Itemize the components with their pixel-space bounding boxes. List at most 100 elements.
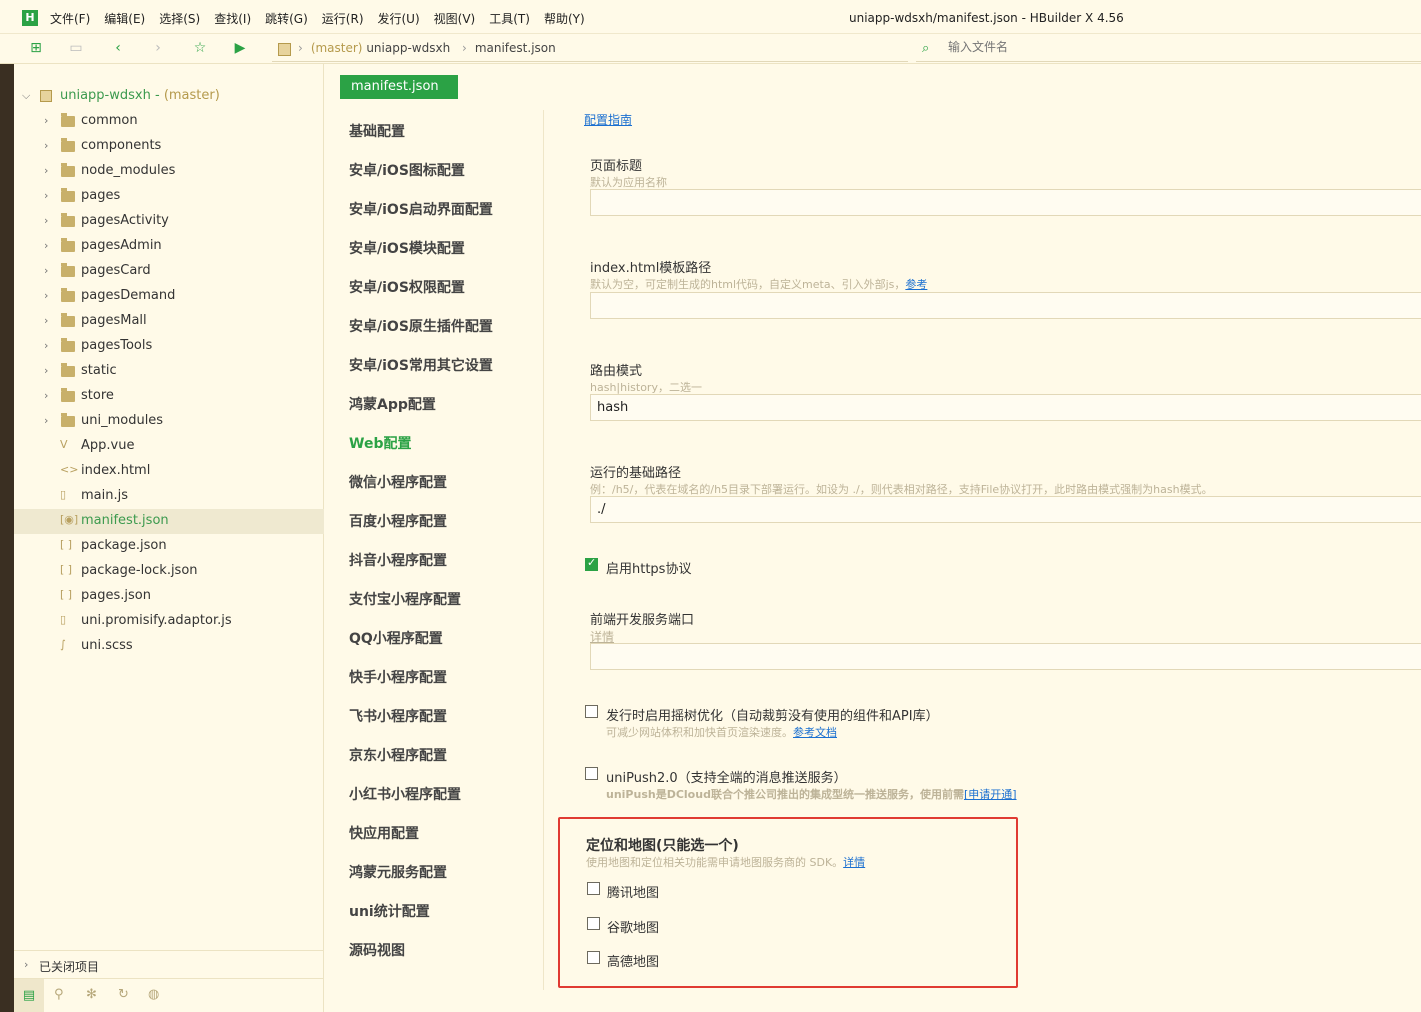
menu-find[interactable]: 查找(I) <box>214 10 251 27</box>
tree-folder[interactable]: › uni_modules <box>14 409 324 434</box>
chevron-right-icon[interactable]: › <box>44 189 48 202</box>
settings-nav-item[interactable]: 基础配置 <box>349 121 405 141</box>
settings-nav-item[interactable]: 鸿蒙App配置 <box>349 394 436 414</box>
config-guide-link[interactable]: 配置指南 <box>584 111 632 128</box>
tree-folder[interactable]: › pagesAdmin <box>14 234 324 259</box>
settings-nav-item[interactable]: 源码视图 <box>349 940 405 960</box>
chevron-right-icon[interactable]: › <box>44 239 48 252</box>
chevron-right-icon[interactable]: › <box>44 214 48 227</box>
tree-shaking-checkbox[interactable] <box>585 705 598 718</box>
settings-nav-item[interactable]: 安卓/iOS图标配置 <box>349 160 465 180</box>
settings-nav-item[interactable]: 抖音小程序配置 <box>349 550 447 570</box>
closed-projects[interactable]: › 已关闭项目 <box>14 950 324 978</box>
chevron-down-icon[interactable]: ⌵ <box>22 89 30 103</box>
settings-nav-item[interactable]: 安卓/iOS模块配置 <box>349 238 465 258</box>
menu-help[interactable]: 帮助(Y) <box>544 10 585 27</box>
chevron-right-icon[interactable]: › <box>44 339 48 352</box>
settings-nav-item[interactable]: 飞书小程序配置 <box>349 706 447 726</box>
settings-nav-item[interactable]: 小红书小程序配置 <box>349 784 461 804</box>
star-icon[interactable]: ☆ <box>192 40 208 56</box>
settings-nav-item[interactable]: 鸿蒙元服务配置 <box>349 862 447 882</box>
settings-nav-item[interactable]: 安卓/iOS原生插件配置 <box>349 316 493 336</box>
project-root[interactable]: ⌵ uniapp-wdsxh - (master) <box>14 84 324 109</box>
amap-checkbox[interactable] <box>587 951 600 964</box>
chevron-right-icon[interactable]: › <box>44 264 48 277</box>
save-icon[interactable]: ▭ <box>68 40 84 56</box>
menu-publish[interactable]: 发行(U) <box>378 10 420 27</box>
tree-folder[interactable]: › pagesActivity <box>14 209 324 234</box>
tree-folder[interactable]: › pagesMall <box>14 309 324 334</box>
tree-file[interactable]: <> index.html <box>14 459 324 484</box>
settings-nav-item[interactable]: 安卓/iOS权限配置 <box>349 277 465 297</box>
tree-folder[interactable]: › components <box>14 134 324 159</box>
settings-nav-item[interactable]: 快手小程序配置 <box>349 667 447 687</box>
settings-nav-item[interactable]: Web配置 <box>349 433 411 453</box>
explorer-icon[interactable]: ▤ <box>14 979 44 1012</box>
google-map-checkbox[interactable] <box>587 917 600 930</box>
settings-nav-item[interactable]: 微信小程序配置 <box>349 472 447 492</box>
chevron-right-icon[interactable]: › <box>44 114 48 127</box>
tree-file[interactable]: [ ] package.json <box>14 534 324 559</box>
settings-nav-item[interactable]: QQ小程序配置 <box>349 628 443 648</box>
tree-folder[interactable]: › pagesTools <box>14 334 324 359</box>
chevron-right-icon[interactable]: › <box>44 314 48 327</box>
menu-goto[interactable]: 跳转(G) <box>265 10 308 27</box>
tree-folder[interactable]: › pagesDemand <box>14 284 324 309</box>
chevron-right-icon[interactable]: › <box>44 364 48 377</box>
menu-run[interactable]: 运行(R) <box>322 10 364 27</box>
back-icon[interactable]: ‹ <box>110 40 126 56</box>
tree-file[interactable]: ▯ uni.promisify.adaptor.js <box>14 609 324 634</box>
source-control-icon[interactable]: ↻ <box>118 987 129 1002</box>
tree-folder[interactable]: › store <box>14 384 324 409</box>
chevron-right-icon[interactable]: › <box>44 139 48 152</box>
forward-icon[interactable]: › <box>150 40 166 56</box>
router-mode-input[interactable]: hash <box>590 394 1421 421</box>
settings-nav-item[interactable]: 安卓/iOS启动界面配置 <box>349 199 493 219</box>
menu-edit[interactable]: 编辑(E) <box>104 10 145 27</box>
tree-folder[interactable]: › static <box>14 359 324 384</box>
menu-view[interactable]: 视图(V) <box>434 10 476 27</box>
tree-folder[interactable]: › common <box>14 109 324 134</box>
new-file-icon[interactable]: ⊞ <box>28 40 44 56</box>
tree-folder[interactable]: › pagesCard <box>14 259 324 284</box>
binoculars-icon[interactable]: ⚲ <box>54 987 64 1002</box>
tree-file[interactable]: [ ] package-lock.json <box>14 559 324 584</box>
tree-file[interactable]: [◉] manifest.json <box>14 509 324 534</box>
settings-nav-item[interactable]: 安卓/iOS常用其它设置 <box>349 355 493 375</box>
chevron-right-icon[interactable]: › <box>44 164 48 177</box>
tree-file[interactable]: [ ] pages.json <box>14 584 324 609</box>
menu-select[interactable]: 选择(S) <box>159 10 200 27</box>
page-title-input[interactable] <box>590 189 1421 216</box>
settings-nav-item[interactable]: 百度小程序配置 <box>349 511 447 531</box>
extensions-icon[interactable]: ◍ <box>148 987 159 1002</box>
menu-tools[interactable]: 工具(T) <box>489 10 530 27</box>
settings-nav-item[interactable]: 支付宝小程序配置 <box>349 589 461 609</box>
breadcrumb-file[interactable]: manifest.json <box>475 41 556 55</box>
unipush-checkbox[interactable] <box>585 767 598 780</box>
debug-icon[interactable]: ✻ <box>86 987 97 1002</box>
chevron-right-icon[interactable]: › <box>44 289 48 302</box>
tree-file[interactable]: ▯ main.js <box>14 484 324 509</box>
chevron-right-icon[interactable]: › <box>44 389 48 402</box>
base-path-input[interactable]: ./ <box>590 496 1421 523</box>
index-template-input[interactable] <box>590 292 1421 319</box>
https-checkbox[interactable] <box>585 556 598 571</box>
tree-file[interactable]: ∫ uni.scss <box>14 634 324 659</box>
tencent-map-checkbox[interactable] <box>587 882 600 895</box>
settings-nav-item[interactable]: 快应用配置 <box>349 823 419 843</box>
menu-file[interactable]: 文件(F) <box>50 10 90 27</box>
run-icon[interactable]: ▶ <box>232 40 248 56</box>
tree-folder[interactable]: › pages <box>14 184 324 209</box>
tree-shaking-docs-link[interactable]: 参考文档 <box>793 726 837 739</box>
chevron-right-icon[interactable]: › <box>44 414 48 427</box>
breadcrumb-branch[interactable]: (master) <box>311 41 363 55</box>
file-search-input[interactable] <box>948 40 1348 54</box>
settings-nav-item[interactable]: 京东小程序配置 <box>349 745 447 765</box>
unipush-apply-link[interactable]: [申请开通] <box>964 788 1017 801</box>
tree-folder[interactable]: › node_modules <box>14 159 324 184</box>
editor-tab-manifest[interactable]: manifest.json <box>340 75 458 99</box>
index-template-reference-link[interactable]: 参考 <box>905 278 927 291</box>
chevron-right-icon[interactable]: › <box>24 958 28 971</box>
map-details-link[interactable]: 详情 <box>843 856 865 869</box>
tree-file[interactable]: V App.vue <box>14 434 324 459</box>
